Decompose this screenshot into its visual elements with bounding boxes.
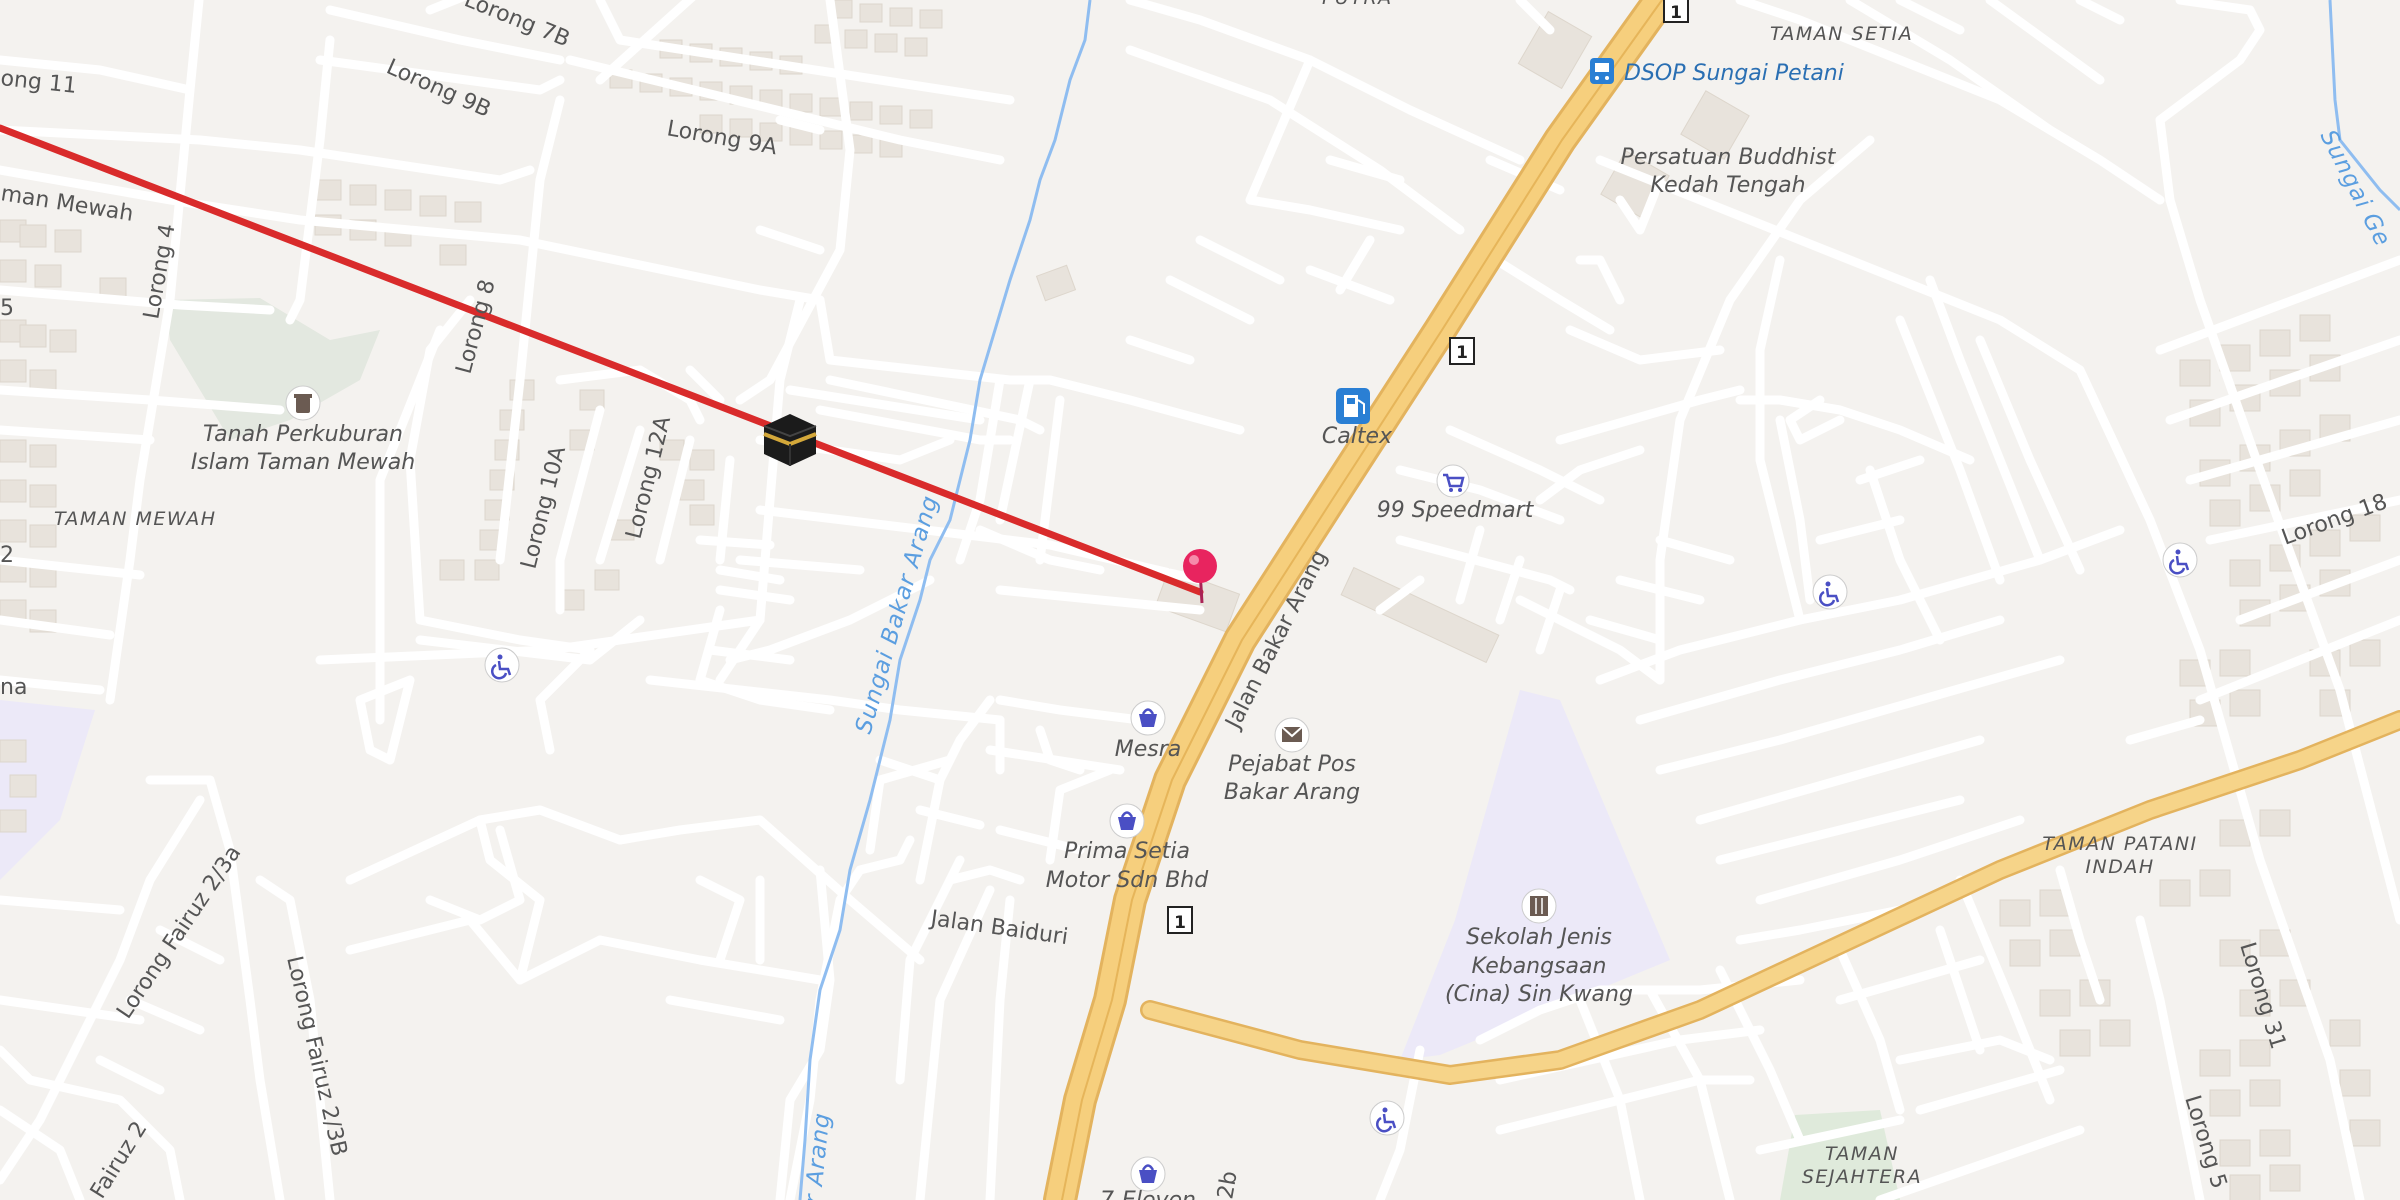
location-pin-head — [1183, 549, 1217, 583]
route-shield-mid: 1 — [1449, 337, 1475, 365]
area-label-taman-sejahtera: TAMAN — [1825, 1143, 1899, 1165]
route-shield-low: 1 — [1167, 906, 1193, 934]
poi-dsop-sungai-petani[interactable]: DSOP Sungai Petani — [1590, 58, 1844, 86]
route-shield-top: 1 — [1663, 0, 1689, 23]
shopping-basket-icon-body — [1139, 714, 1157, 727]
street-label-edge-2: 2 — [0, 543, 14, 568]
poi-label-sekolah-2: Kebangsaan — [1472, 954, 1607, 979]
shopping-basket-icon-body — [1139, 1170, 1157, 1183]
poi-label-prima-2: Motor Sdn Bhd — [1046, 868, 1209, 893]
svg-text:1: 1 — [1456, 343, 1468, 363]
wheelchair-icon-head — [1825, 581, 1831, 587]
poi-label-pejabat-2: Bakar Arang — [1224, 780, 1360, 805]
poi-label-dsop: DSOP Sungai Petani — [1624, 61, 1844, 86]
poi-label-speedmart: 99 Speedmart — [1377, 498, 1535, 523]
poi-label-prima-1: Prima Setia — [1064, 839, 1190, 864]
location-pin-highlight — [1189, 555, 1199, 565]
wheelchair-icon[interactable] — [2162, 542, 2198, 578]
cemetery-icon-stone — [296, 397, 310, 413]
poi-label-seven-eleven: 7-Eleven — [1100, 1188, 1196, 1200]
shopping-basket-icon-body — [1118, 817, 1136, 830]
street-label-edge-5: 5 — [0, 296, 14, 321]
wheelchair-icon[interactable] — [1369, 1100, 1405, 1136]
cemetery-icon-top — [294, 394, 312, 398]
wheelchair-icon[interactable] — [484, 647, 520, 683]
bus-stop-icon-wheel-right — [1605, 76, 1609, 80]
poi-label-sekolah-3: (Cina) Sin Kwang — [1445, 982, 1633, 1007]
poi-label-tanah-1: Tanah Perkuburan — [203, 422, 403, 447]
bus-stop-icon-window — [1595, 63, 1609, 72]
svg-text:1: 1 — [1174, 913, 1186, 933]
street-label-edge-na: na — [0, 675, 27, 700]
bus-stop-icon-wheel-left — [1595, 76, 1599, 80]
area-label-taman-mewah: TAMAN MEWAH — [54, 508, 217, 530]
shopping-cart-icon-wheel-right — [1458, 488, 1462, 492]
poi-label-mesra: Mesra — [1115, 737, 1182, 762]
area-label-taman-setia: TAMAN SETIA — [1770, 23, 1913, 45]
map-canvas[interactable]: 1 1 1 Lorong 7B ong 11 Lorong 9B Lorong … — [0, 0, 2400, 1200]
area-label-taman-patani-indah-2: INDAH — [2085, 856, 2154, 878]
street-label-2b: 2b — [1213, 1169, 1242, 1200]
wheelchair-icon[interactable] — [1812, 574, 1848, 610]
poi-label-persatuan-2: Kedah Tengah — [1650, 173, 1805, 198]
school-icon-book — [1530, 896, 1548, 916]
poi-label-persatuan-1: Persatuan Buddhist — [1621, 145, 1837, 170]
wheelchair-icon-head — [2175, 549, 2181, 555]
area-label-taman-sejahtera-2: SEJAHTERA — [1802, 1166, 1922, 1188]
shopping-cart-icon-wheel-left — [1449, 488, 1453, 492]
poi-label-sekolah-1: Sekolah Jenis — [1466, 925, 1612, 950]
fuel-station-icon-gauge — [1347, 398, 1355, 404]
poi-label-pejabat-1: Pejabat Pos — [1228, 752, 1356, 777]
poi-label-caltex: Caltex — [1322, 424, 1393, 449]
poi-label-tanah-2: Islam Taman Mewah — [191, 450, 415, 475]
svg-text:1: 1 — [1670, 3, 1682, 23]
area-label-putra: PUTRA — [1322, 0, 1393, 9]
wheelchair-icon-head — [1382, 1107, 1388, 1113]
wheelchair-icon-head — [497, 654, 503, 660]
shopping-cart-icon — [1436, 464, 1470, 498]
area-label-taman-patani-indah: TAMAN PATANI — [2042, 833, 2197, 855]
